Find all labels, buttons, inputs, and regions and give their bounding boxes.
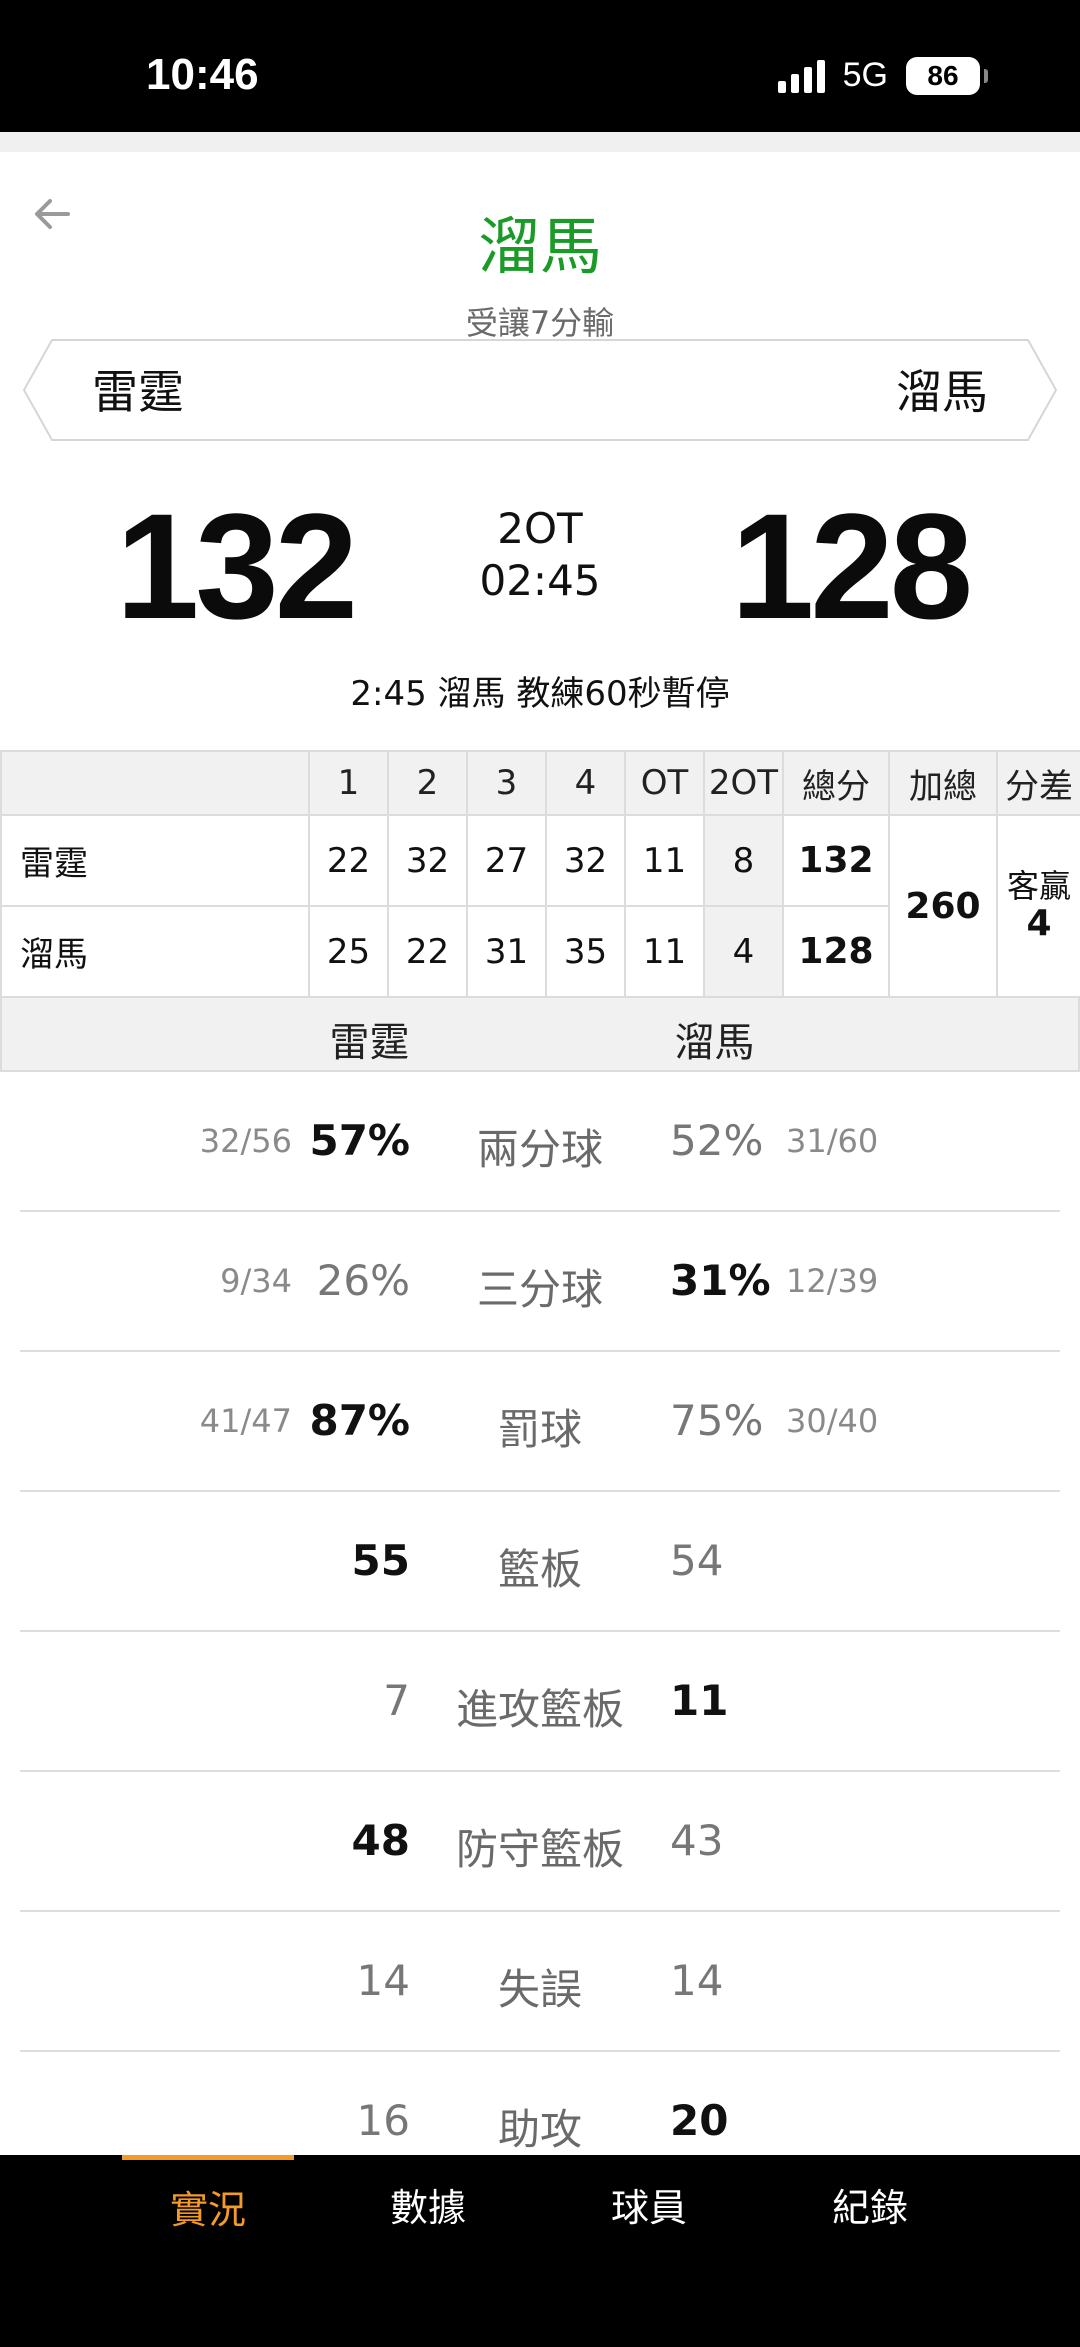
stat-label: 進攻籃板	[455, 1685, 624, 1734]
period-score-cell: 11	[624, 905, 705, 998]
status-time: 10:46	[146, 50, 259, 99]
header-cell: OT	[624, 750, 705, 816]
home-stat-value: 57%	[309, 1116, 410, 1165]
home-score: 132	[115, 482, 358, 650]
stat-row: 41/47 87% 罰球 75% 30/40	[0, 1352, 1080, 1492]
home-stat-value: 26%	[316, 1256, 410, 1305]
table-header-row: 1 2 3 4 OT 2OT 總分 加總 分差	[0, 750, 1080, 816]
period-score-cell: 11	[624, 814, 705, 907]
top-divider	[0, 132, 1080, 152]
header-cell: 分差	[996, 750, 1080, 816]
total-score-cell: 132	[782, 814, 890, 907]
home-stat-fraction: 32/56	[199, 1122, 292, 1160]
period-score-cell: 32	[387, 814, 468, 907]
stat-row: 32/56 57% 兩分球 52% 31/60	[0, 1072, 1080, 1212]
header-cell: 2	[387, 750, 468, 816]
team-matchup-bar: 雷霆 溜馬	[22, 338, 1058, 442]
header-cell: 3	[466, 750, 547, 816]
away-stat-value: 14	[670, 1956, 724, 2005]
status-bar: 10:46 5G 86	[0, 0, 1080, 132]
battery-icon: 86	[906, 56, 988, 95]
home-stat-value: 14	[356, 1956, 410, 2005]
stat-label: 三分球	[476, 1265, 603, 1314]
stat-label: 兩分球	[476, 1125, 603, 1174]
comparison-home-team: 雷霆	[329, 1020, 410, 1066]
away-stat-fraction: 12/39	[786, 1262, 879, 1300]
away-stat-value: 20	[670, 2096, 729, 2145]
game-clock: 02:45	[479, 556, 601, 605]
header-cell	[0, 750, 310, 816]
stat-label: 罰球	[497, 1405, 582, 1454]
tab-records[interactable]: 紀錄	[784, 2155, 956, 2265]
period-score-cell: 22	[387, 905, 468, 998]
away-team-name[interactable]: 溜馬	[896, 356, 988, 422]
home-stat-value: 48	[351, 1816, 410, 1865]
total-score-cell: 128	[782, 905, 890, 998]
stat-row: 48 防守籃板 43	[0, 1772, 1080, 1912]
stat-label: 防守籃板	[455, 1825, 624, 1874]
home-stat-fraction: 41/47	[199, 1402, 292, 1440]
table-row: 雷霆 22 32 27 32 11 8 132 260 客贏 4	[0, 814, 1080, 998]
bottom-tab-bar: 實況 數據 球員 紀錄	[0, 2155, 1080, 2347]
away-stat-fraction: 31/60	[786, 1122, 879, 1160]
away-score: 128	[730, 482, 973, 650]
home-stat-fraction: 9/34	[220, 1262, 292, 1300]
margin-value: 4	[1026, 903, 1052, 944]
team-name-cell: 雷霆	[0, 814, 310, 907]
team-name-cell: 溜馬	[0, 905, 310, 998]
away-stat-value: 31%	[670, 1256, 771, 1305]
header-cell: 1	[308, 750, 389, 816]
team-stats-list: 32/56 57% 兩分球 52% 31/60 9/34 26% 三分球 31%…	[0, 1072, 1080, 2192]
comparison-away-team: 溜馬	[674, 1020, 755, 1066]
game-period: 2OT	[497, 504, 583, 553]
away-stat-value: 54	[670, 1536, 724, 1585]
period-score-cell: 31	[466, 905, 547, 998]
header-cell: 加總	[888, 750, 998, 816]
stat-label: 籃板	[497, 1545, 582, 1594]
network-type: 5G	[842, 56, 888, 94]
home-team-name[interactable]: 雷霆	[92, 356, 184, 422]
margin-label: 客贏	[1006, 867, 1071, 905]
period-score-cell: 22	[308, 814, 389, 907]
period-score-cell: 27	[466, 814, 547, 907]
tab-players[interactable]: 球員	[563, 2155, 735, 2265]
stat-row: 14 失誤 14	[0, 1912, 1080, 2052]
header-cell: 4	[545, 750, 626, 816]
away-stat-fraction: 30/40	[786, 1402, 879, 1440]
period-score-cell: 35	[545, 905, 626, 998]
away-stat-value: 75%	[670, 1396, 764, 1445]
home-stat-value: 7	[383, 1676, 410, 1725]
away-stat-value: 11	[670, 1676, 729, 1725]
status-indicators: 5G 86	[777, 56, 988, 95]
stat-row: 7 進攻籃板 11	[0, 1632, 1080, 1772]
comparison-header: 雷霆 溜馬	[0, 996, 1080, 1072]
stat-row: 55 籃板 54	[0, 1492, 1080, 1632]
period-score-cell: 32	[545, 814, 626, 907]
combined-total-cell: 260	[888, 814, 998, 998]
home-stat-value: 87%	[309, 1396, 410, 1445]
header-cell: 2OT	[703, 750, 784, 816]
margin-cell: 客贏 4	[996, 814, 1080, 998]
page-title: 溜馬	[477, 210, 602, 283]
period-score-cell: 25	[308, 905, 389, 998]
quarter-score-table: 1 2 3 4 OT 2OT 總分 加總 分差 雷霆 22 32 27 32 1…	[0, 750, 1080, 998]
period-score-cell: 4	[703, 905, 784, 998]
signal-icon	[777, 59, 825, 93]
tab-live[interactable]: 實況	[122, 2155, 294, 2265]
stat-label: 失誤	[497, 1965, 582, 2014]
away-stat-value: 43	[670, 1816, 724, 1865]
away-stat-value: 52%	[670, 1116, 764, 1165]
period-score-cell: 8	[703, 814, 784, 907]
stat-row: 9/34 26% 三分球 31% 12/39	[0, 1212, 1080, 1352]
home-stat-value: 55	[351, 1536, 410, 1585]
stat-label: 助攻	[497, 2105, 582, 2154]
last-event: 2:45 溜馬 教練60秒暫停	[350, 674, 730, 714]
tab-stats[interactable]: 數據	[342, 2155, 514, 2265]
header-cell: 總分	[782, 750, 890, 816]
home-stat-value: 16	[356, 2096, 410, 2145]
